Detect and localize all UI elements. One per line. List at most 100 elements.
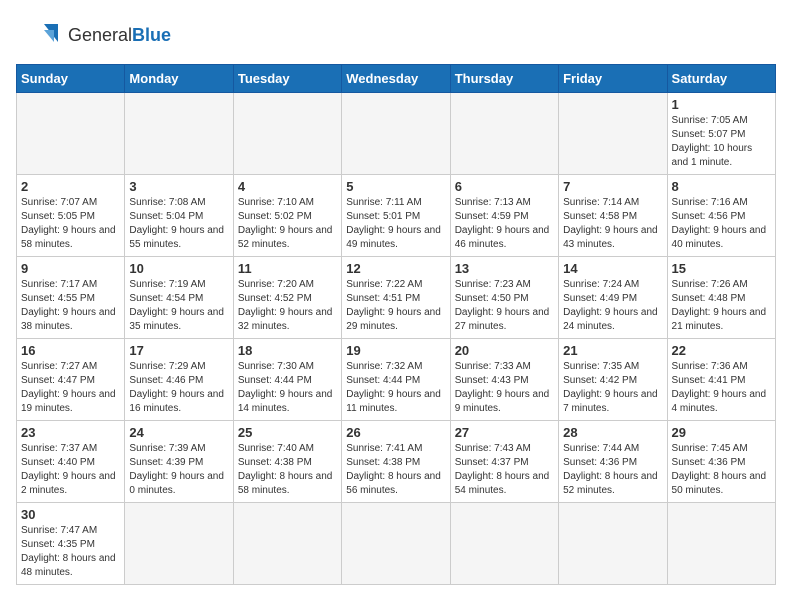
calendar-cell: 12 Sunrise: 7:22 AM Sunset: 4:51 PM Dayli… <box>342 257 450 339</box>
weekday-header-tuesday: Tuesday <box>233 65 341 93</box>
day-info: Sunrise: 7:27 AM Sunset: 4:47 PM Dayligh… <box>21 360 120 416</box>
day-info: Sunrise: 7:35 AM Sunset: 4:42 PM Dayligh… <box>563 360 662 416</box>
day-info: Sunrise: 7:22 AM Sunset: 4:51 PM Dayligh… <box>346 278 445 334</box>
day-number: 15 <box>672 261 771 276</box>
calendar-cell: 29 Sunrise: 7:45 AM Sunset: 4:36 PM Dayli… <box>667 421 775 503</box>
calendar-cell: 6Sunrise: 7:13 AM Sunset: 4:59 PM Daylig… <box>450 175 558 257</box>
calendar-cell: 17Sunrise: 7:29 AM Sunset: 4:46 PM Dayli… <box>125 339 233 421</box>
header: GeneralBlue <box>16 16 776 56</box>
day-number: 26 <box>346 425 445 440</box>
weekday-header-saturday: Saturday <box>667 65 775 93</box>
calendar-cell: 27 Sunrise: 7:43 AM Sunset: 4:37 PM Dayli… <box>450 421 558 503</box>
calendar-cell: 22 Sunrise: 7:36 AM Sunset: 4:41 PM Dayli… <box>667 339 775 421</box>
day-info: Sunrise: 7:20 AM Sunset: 4:52 PM Dayligh… <box>238 278 337 334</box>
day-info: Sunrise: 7:36 AM Sunset: 4:41 PM Dayligh… <box>672 360 771 416</box>
day-number: 17 <box>129 343 228 358</box>
day-number: 2 <box>21 179 120 194</box>
calendar-cell: 5 Sunrise: 7:11 AM Sunset: 5:01 PM Daylig… <box>342 175 450 257</box>
calendar-cell: 9 Sunrise: 7:17 AM Sunset: 4:55 PM Daylig… <box>17 257 125 339</box>
day-info: Sunrise: 7:11 AM Sunset: 5:01 PM Dayligh… <box>346 196 445 252</box>
day-info: Sunrise: 7:17 AM Sunset: 4:55 PM Dayligh… <box>21 278 120 334</box>
week-row-3: 16 Sunrise: 7:27 AM Sunset: 4:47 PM Dayli… <box>17 339 776 421</box>
day-number: 29 <box>672 425 771 440</box>
logo-svg <box>16 16 64 56</box>
day-info: Sunrise: 7:33 AM Sunset: 4:43 PM Dayligh… <box>455 360 554 416</box>
week-row-1: 2 Sunrise: 7:07 AM Sunset: 5:05 PM Daylig… <box>17 175 776 257</box>
week-row-0: 1 Sunrise: 7:05 AM Sunset: 5:07 PM Daylig… <box>17 93 776 175</box>
day-number: 21 <box>563 343 662 358</box>
weekday-header-monday: Monday <box>125 65 233 93</box>
logo-text: GeneralBlue <box>68 26 171 46</box>
calendar-cell <box>559 503 667 585</box>
day-number: 12 <box>346 261 445 276</box>
calendar-cell: 2 Sunrise: 7:07 AM Sunset: 5:05 PM Daylig… <box>17 175 125 257</box>
day-info: Sunrise: 7:37 AM Sunset: 4:40 PM Dayligh… <box>21 442 120 498</box>
day-number: 4 <box>238 179 337 194</box>
day-number: 8 <box>672 179 771 194</box>
day-number: 27 <box>455 425 554 440</box>
day-info: Sunrise: 7:41 AM Sunset: 4:38 PM Dayligh… <box>346 442 445 498</box>
calendar-cell <box>17 93 125 175</box>
day-number: 18 <box>238 343 337 358</box>
calendar-cell: 28 Sunrise: 7:44 AM Sunset: 4:36 PM Dayli… <box>559 421 667 503</box>
day-number: 20 <box>455 343 554 358</box>
calendar-cell: 26 Sunrise: 7:41 AM Sunset: 4:38 PM Dayli… <box>342 421 450 503</box>
day-number: 9 <box>21 261 120 276</box>
day-number: 1 <box>672 97 771 112</box>
calendar-cell <box>233 93 341 175</box>
calendar-cell: 14Sunrise: 7:24 AM Sunset: 4:49 PM Dayli… <box>559 257 667 339</box>
day-number: 16 <box>21 343 120 358</box>
day-info: Sunrise: 7:14 AM Sunset: 4:58 PM Dayligh… <box>563 196 662 252</box>
calendar-cell: 13Sunrise: 7:23 AM Sunset: 4:50 PM Dayli… <box>450 257 558 339</box>
calendar-cell: 16 Sunrise: 7:27 AM Sunset: 4:47 PM Dayli… <box>17 339 125 421</box>
day-number: 11 <box>238 261 337 276</box>
day-number: 10 <box>129 261 228 276</box>
calendar-cell: 3 Sunrise: 7:08 AM Sunset: 5:04 PM Daylig… <box>125 175 233 257</box>
day-number: 14 <box>563 261 662 276</box>
day-info: Sunrise: 7:45 AM Sunset: 4:36 PM Dayligh… <box>672 442 771 498</box>
day-number: 19 <box>346 343 445 358</box>
calendar-cell: 20 Sunrise: 7:33 AM Sunset: 4:43 PM Dayli… <box>450 339 558 421</box>
day-info: Sunrise: 7:32 AM Sunset: 4:44 PM Dayligh… <box>346 360 445 416</box>
calendar-cell: 4 Sunrise: 7:10 AM Sunset: 5:02 PM Daylig… <box>233 175 341 257</box>
day-number: 6 <box>455 179 554 194</box>
day-number: 5 <box>346 179 445 194</box>
weekday-header-row: SundayMondayTuesdayWednesdayThursdayFrid… <box>17 65 776 93</box>
calendar-cell <box>667 503 775 585</box>
day-info: Sunrise: 7:07 AM Sunset: 5:05 PM Dayligh… <box>21 196 120 252</box>
calendar-cell: 10Sunrise: 7:19 AM Sunset: 4:54 PM Dayli… <box>125 257 233 339</box>
calendar-cell <box>233 503 341 585</box>
calendar-cell <box>450 503 558 585</box>
day-info: Sunrise: 7:16 AM Sunset: 4:56 PM Dayligh… <box>672 196 771 252</box>
day-info: Sunrise: 7:44 AM Sunset: 4:36 PM Dayligh… <box>563 442 662 498</box>
calendar-cell <box>125 503 233 585</box>
calendar-cell: 15 Sunrise: 7:26 AM Sunset: 4:48 PM Dayli… <box>667 257 775 339</box>
weekday-header-friday: Friday <box>559 65 667 93</box>
calendar-cell: 18Sunrise: 7:30 AM Sunset: 4:44 PM Dayli… <box>233 339 341 421</box>
week-row-2: 9 Sunrise: 7:17 AM Sunset: 4:55 PM Daylig… <box>17 257 776 339</box>
calendar-cell: 25Sunrise: 7:40 AM Sunset: 4:38 PM Dayli… <box>233 421 341 503</box>
day-info: Sunrise: 7:39 AM Sunset: 4:39 PM Dayligh… <box>129 442 228 498</box>
weekday-header-sunday: Sunday <box>17 65 125 93</box>
day-number: 7 <box>563 179 662 194</box>
weekday-header-thursday: Thursday <box>450 65 558 93</box>
day-info: Sunrise: 7:08 AM Sunset: 5:04 PM Dayligh… <box>129 196 228 252</box>
day-number: 3 <box>129 179 228 194</box>
day-info: Sunrise: 7:40 AM Sunset: 4:38 PM Dayligh… <box>238 442 337 498</box>
logo: GeneralBlue <box>16 16 171 56</box>
day-number: 30 <box>21 507 120 522</box>
day-number: 13 <box>455 261 554 276</box>
calendar-cell <box>342 93 450 175</box>
calendar-cell: 8 Sunrise: 7:16 AM Sunset: 4:56 PM Daylig… <box>667 175 775 257</box>
day-info: Sunrise: 7:26 AM Sunset: 4:48 PM Dayligh… <box>672 278 771 334</box>
day-info: Sunrise: 7:43 AM Sunset: 4:37 PM Dayligh… <box>455 442 554 498</box>
calendar-cell <box>559 93 667 175</box>
day-info: Sunrise: 7:05 AM Sunset: 5:07 PM Dayligh… <box>672 114 771 170</box>
day-number: 24 <box>129 425 228 440</box>
calendar-cell <box>450 93 558 175</box>
weekday-header-wednesday: Wednesday <box>342 65 450 93</box>
day-number: 28 <box>563 425 662 440</box>
day-info: Sunrise: 7:10 AM Sunset: 5:02 PM Dayligh… <box>238 196 337 252</box>
day-number: 22 <box>672 343 771 358</box>
calendar-cell: 21 Sunrise: 7:35 AM Sunset: 4:42 PM Dayli… <box>559 339 667 421</box>
